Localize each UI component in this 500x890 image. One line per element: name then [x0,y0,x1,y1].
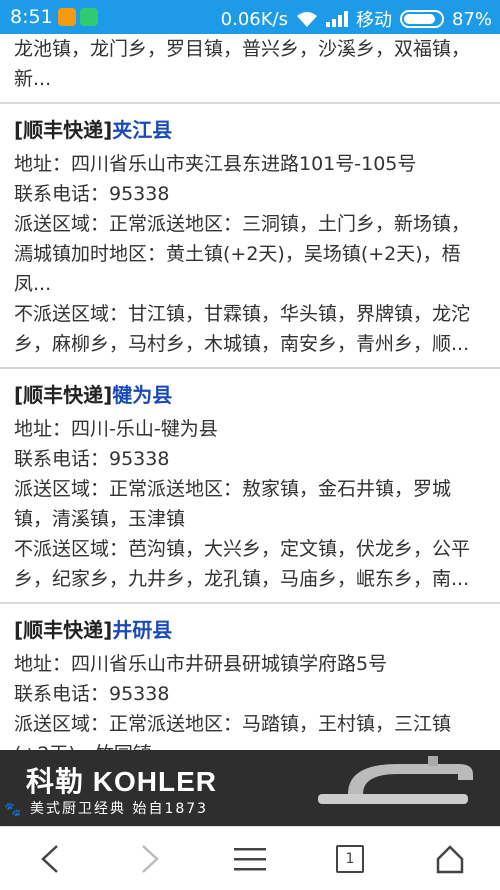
result-card-partial: 龙池镇，龙门乡，罗目镇，普兴乡，沙溪乡，双福镇，新... [0,34,500,104]
phone[interactable]: 联系电话：95338 [14,179,486,209]
browser-nav-bar: 1 [0,826,500,890]
address: 地址：四川省乐山市夹江县东进路101号-105号 [14,153,417,175]
phone[interactable]: 联系电话：95338 [14,679,486,709]
address: 地址：四川省乐山市井研县研城镇学府路5号 [14,653,388,675]
chevron-left-icon [41,844,58,873]
card-title[interactable]: [顺丰快递]夹江县 [14,114,486,143]
menu-icon [234,847,266,870]
delivery-area: 派送区域：正常派送地区：马踏镇，王村镇，三江镇(+2天)，竹园镇 [14,713,452,750]
clock: 8:51 [10,6,53,28]
result-card: [顺丰快递]井研县 地址：四川省乐山市井研县研城镇学府路5号 联系电话：9533… [0,604,500,750]
wifi-icon [296,12,317,27]
company-label: [顺丰快递] [14,618,113,642]
battery-icon [399,10,444,28]
result-card: [顺丰快递]犍为县 地址：四川-乐山-犍为县 联系电话：95338 派送区域：正… [0,369,500,604]
company-label: [顺丰快递] [14,383,113,407]
battery-level [403,14,436,24]
card-title[interactable]: [顺丰快递]犍为县 [14,379,486,408]
phone[interactable]: 联系电话：95338 [14,444,486,474]
no-delivery-area: 不派送区域：甘江镇，甘霖镇，华头镇，界牌镇，龙沱乡，麻柳乡，马村乡，木城镇，南安… [14,303,471,355]
status-bar: 8:51 0.06K/s 移动 87% [0,0,500,34]
county-link[interactable]: 夹江县 [112,118,172,142]
company-label: [顺丰快递] [14,118,113,142]
back-button[interactable] [25,834,75,884]
page-content[interactable]: 龙池镇，龙门乡，罗目镇，普兴乡，沙溪乡，双福镇，新... [顺丰快递]夹江县 地… [0,34,500,750]
carrier-label: 移动 [355,10,392,31]
home-button[interactable] [425,834,475,884]
ad-brand: 科勒 KOHLER [26,766,218,797]
delivery-area: 派送区域：正常派送地区：敖家镇，金石井镇，罗城镇，清溪镇，玉津镇 [14,478,452,530]
faucet-icon [318,756,473,804]
tabs-button[interactable]: 1 [325,834,375,884]
menu-button[interactable] [225,834,275,884]
app-notification-icon [58,8,76,26]
delivery-area: 派送区域：正常派送地区：三洞镇，土门乡，新场镇，漹城镇加时地区：黄土镇(+2天)… [14,213,471,295]
chevron-right-icon [142,844,159,873]
battery-percent: 87% [451,8,492,30]
tab-count: 1 [336,844,364,873]
home-icon [436,844,464,873]
county-link[interactable]: 犍为县 [112,383,172,407]
status-right: 0.06K/s 移动 87% [221,6,492,32]
kohler-ad-banner[interactable]: 科勒 KOHLER 美式厨卫经典 始自1873 🐾 [0,750,500,826]
shield-icon [80,8,98,26]
network-speed: 0.06K/s [220,8,288,30]
card-title[interactable]: [顺丰快递]井研县 [14,614,486,643]
result-card: [顺丰快递]夹江县 地址：四川省乐山市夹江县东进路101号-105号 联系电话：… [0,104,500,369]
no-delivery-area: 不派送区域：芭沟镇，大兴乡，定文镇，伏龙乡，公平乡，纪家乡，九井乡，龙孔镇，马庙… [14,538,471,590]
signal-icon [325,11,348,27]
address: 地址：四川-乐山-犍为县 [14,418,218,440]
forward-button[interactable] [125,834,175,884]
paw-icon: 🐾 [4,802,22,818]
county-link[interactable]: 井研县 [112,618,172,642]
card-text: 龙池镇，龙门乡，罗目镇，普兴乡，沙溪乡，双福镇，新... [14,38,471,90]
ad-slogan: 美式厨卫经典 始自1873 [30,801,209,817]
